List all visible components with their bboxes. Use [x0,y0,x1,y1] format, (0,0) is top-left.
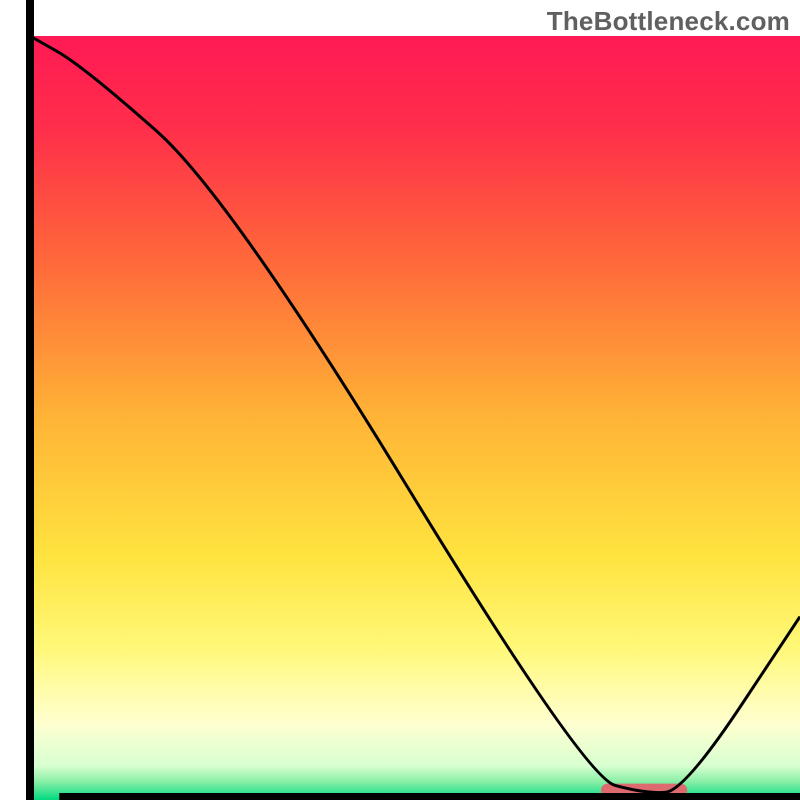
chart-frame: TheBottleneck.com [0,0,800,800]
bottleneck-chart [0,0,800,800]
watermark-text: TheBottleneck.com [547,6,790,37]
gradient-background [30,36,800,800]
